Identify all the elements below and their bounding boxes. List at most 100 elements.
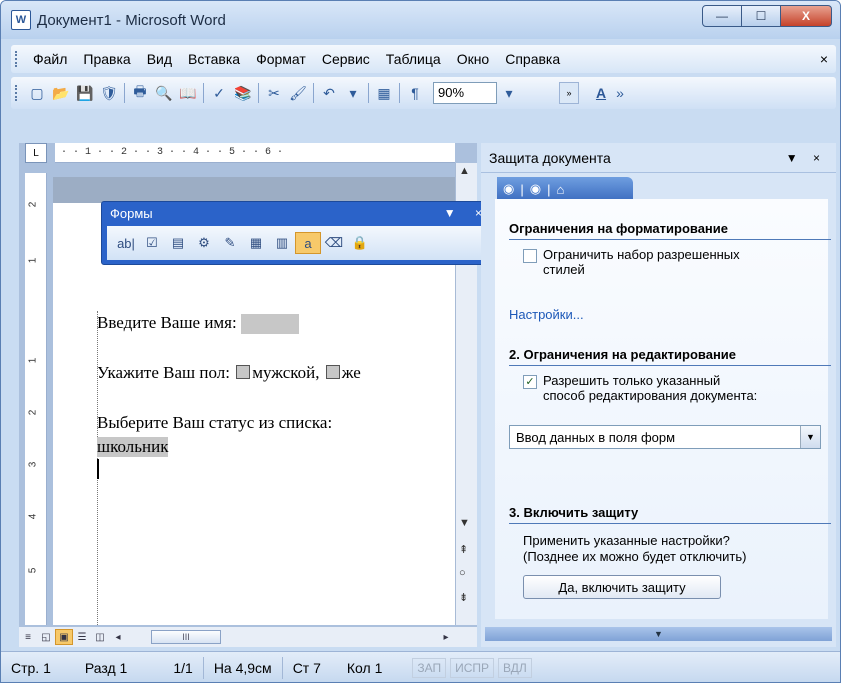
status-ext[interactable]: ВДЛ [498,657,532,678]
status-dropdown-field[interactable]: школьник [97,437,169,457]
menu-window[interactable]: Окно [449,51,498,67]
menubar-grip[interactable] [15,51,19,67]
menu-help[interactable]: Справка [497,51,568,67]
outline-view-icon[interactable]: ☰ [73,629,91,645]
limit-styles-checkbox[interactable] [523,249,537,263]
dropdown-field-icon[interactable]: ▤ [165,232,191,254]
forms-toolbar-title-bar[interactable]: Формы ▼ × [102,202,498,224]
cut-icon[interactable]: ✂ [262,82,286,104]
back-icon[interactable]: ◉ [503,181,514,197]
chevron-down-icon[interactable]: ▼ [800,426,820,448]
research-book-icon[interactable]: 📚 [231,82,255,104]
scroll-down-icon[interactable]: ▼ [459,517,470,529]
zoom-dropdown-icon[interactable]: ▾ [497,82,521,104]
normal-view-icon[interactable]: ≡ [19,629,37,645]
save-icon[interactable]: 💾 [73,82,97,104]
allow-editing-label-line1: Разрешить только указанный [543,373,721,388]
scroll-right-icon[interactable]: ▸ [437,629,455,645]
open-folder-icon[interactable]: 📂 [49,82,73,104]
spelling-icon[interactable]: ✓ [207,82,231,104]
vruler-mark: 4 [27,513,39,520]
styles-formatting-icon[interactable]: A [589,82,613,104]
forms-toolbar[interactable]: Формы ▼ × ab| ☑ ▤ ⚙ ✎ ▦ ▥ a ⌫ 🔒 [101,201,499,265]
field-options-icon[interactable]: ⚙ [191,232,217,254]
menu-format[interactable]: Формат [248,51,314,67]
allow-editing-label: Разрешить только указанный способ редакт… [543,373,757,403]
permission-icon[interactable]: 🛡 [97,82,121,104]
text-field-icon[interactable]: ab| [113,232,139,254]
insert-table-icon[interactable]: ▦ [243,232,269,254]
status-section[interactable]: Разд 1 [61,660,137,676]
menu-table[interactable]: Таблица [378,51,449,67]
limit-styles-option[interactable]: Ограничить набор разрешенных стилей [523,247,740,277]
reading-layout-icon[interactable]: ◫ [91,629,109,645]
protect-document-pane: Защита документа ▼ × ◉ | ◉ | ⌂ Ограничен… [481,143,836,647]
show-formatting-icon[interactable]: ¶ [403,82,427,104]
task-pane-controls[interactable]: ▼ × [786,151,826,165]
select-browse-object-icon[interactable]: ○ [459,567,466,579]
status-pages[interactable]: 1/1 [137,660,202,676]
tab-selector-icon[interactable]: L [25,143,47,163]
format-painter-icon[interactable]: 🖌 [286,82,310,104]
status-line: Выберите Ваш статус из списка: [97,413,332,433]
new-document-icon[interactable]: ▢ [25,82,49,104]
zoom-select[interactable]: 90% [433,82,497,104]
title-bar: W Документ1 - Microsoft Word — ☐ X [1,1,840,39]
horizontal-ruler[interactable]: · · 1 · · 2 · · 3 · · 4 · · 5 · · 6 · [55,143,455,163]
scroll-up-icon[interactable]: ▲ [459,165,470,177]
horizontal-scroll-thumb[interactable]: III [151,630,221,644]
male-checkbox[interactable] [236,365,251,379]
checkbox-field-icon[interactable]: ☑ [139,232,165,254]
minimize-button[interactable]: — [702,5,742,27]
task-pane-title: Защита документа [489,149,611,166]
status-position[interactable]: На 4,9см [204,660,282,676]
status-line[interactable]: Ст 7 [283,660,331,676]
vertical-ruler[interactable]: 2 1 1 2 3 4 5 [25,173,47,625]
editing-mode-select[interactable]: Ввод данных в поля форм ▼ [509,425,821,449]
forward-icon[interactable]: ◉ [530,181,541,197]
menu-view[interactable]: Вид [139,51,180,67]
research-icon[interactable]: 📖 [176,82,200,104]
word-app-icon[interactable]: W [11,10,31,30]
web-layout-icon[interactable]: ◱ [37,629,55,645]
maximize-button[interactable]: ☐ [741,5,781,27]
print-preview-icon[interactable]: 🔍 [152,82,176,104]
name-text-field[interactable] [240,314,299,335]
next-page-icon[interactable]: ⇟ [459,591,468,604]
toolbar-grip[interactable] [15,85,19,101]
allow-editing-option[interactable]: ✓ Разрешить только указанный способ реда… [523,373,757,403]
task-pane-scroll-down-icon[interactable]: ▼ [485,627,832,641]
settings-link[interactable]: Настройки... [509,307,584,322]
insert-frame-icon[interactable]: ▥ [269,232,295,254]
form-field-shading-icon[interactable]: a [295,232,321,254]
previous-page-icon[interactable]: ⇞ [459,543,468,556]
toolbar-options-icon[interactable]: » [559,82,579,104]
status-column[interactable]: Кол 1 [331,660,392,676]
status-trk[interactable]: ИСПР [450,657,495,678]
enforce-protection-button[interactable]: Да, включить защиту [523,575,721,599]
menu-tools[interactable]: Сервис [314,51,378,67]
undo-icon[interactable]: ↶ [317,82,341,104]
home-icon[interactable]: ⌂ [556,182,564,197]
female-checkbox[interactable] [325,365,340,379]
section-divider [509,239,831,240]
status-page[interactable]: Стр. 1 [1,660,61,676]
print-icon[interactable]: 🖶 [128,82,152,104]
menu-edit[interactable]: Правка [75,51,138,67]
undo-dropdown-icon[interactable]: ▾ [341,82,365,104]
draw-table-icon[interactable]: ✎ [217,232,243,254]
nav-separator: | [547,181,551,197]
protect-form-icon[interactable]: 🔒 [347,232,373,254]
toolbar-options-right-icon[interactable]: » [613,82,627,104]
menu-insert[interactable]: Вставка [180,51,248,67]
menu-file[interactable]: Файл [25,51,75,67]
status-rec[interactable]: ЗАП [412,657,447,678]
allow-editing-checkbox[interactable]: ✓ [523,375,537,389]
reset-form-fields-icon[interactable]: ⌫ [321,232,347,254]
scroll-left-icon[interactable]: ◂ [109,629,127,645]
document-close-icon[interactable]: × [820,51,828,67]
close-button[interactable]: X [780,5,832,27]
print-layout-icon[interactable]: ▣ [55,629,73,645]
table-icon[interactable]: ▦ [372,82,396,104]
view-bar: ≡ ◱ ▣ ☰ ◫ ◂ III ▸ [19,627,477,647]
